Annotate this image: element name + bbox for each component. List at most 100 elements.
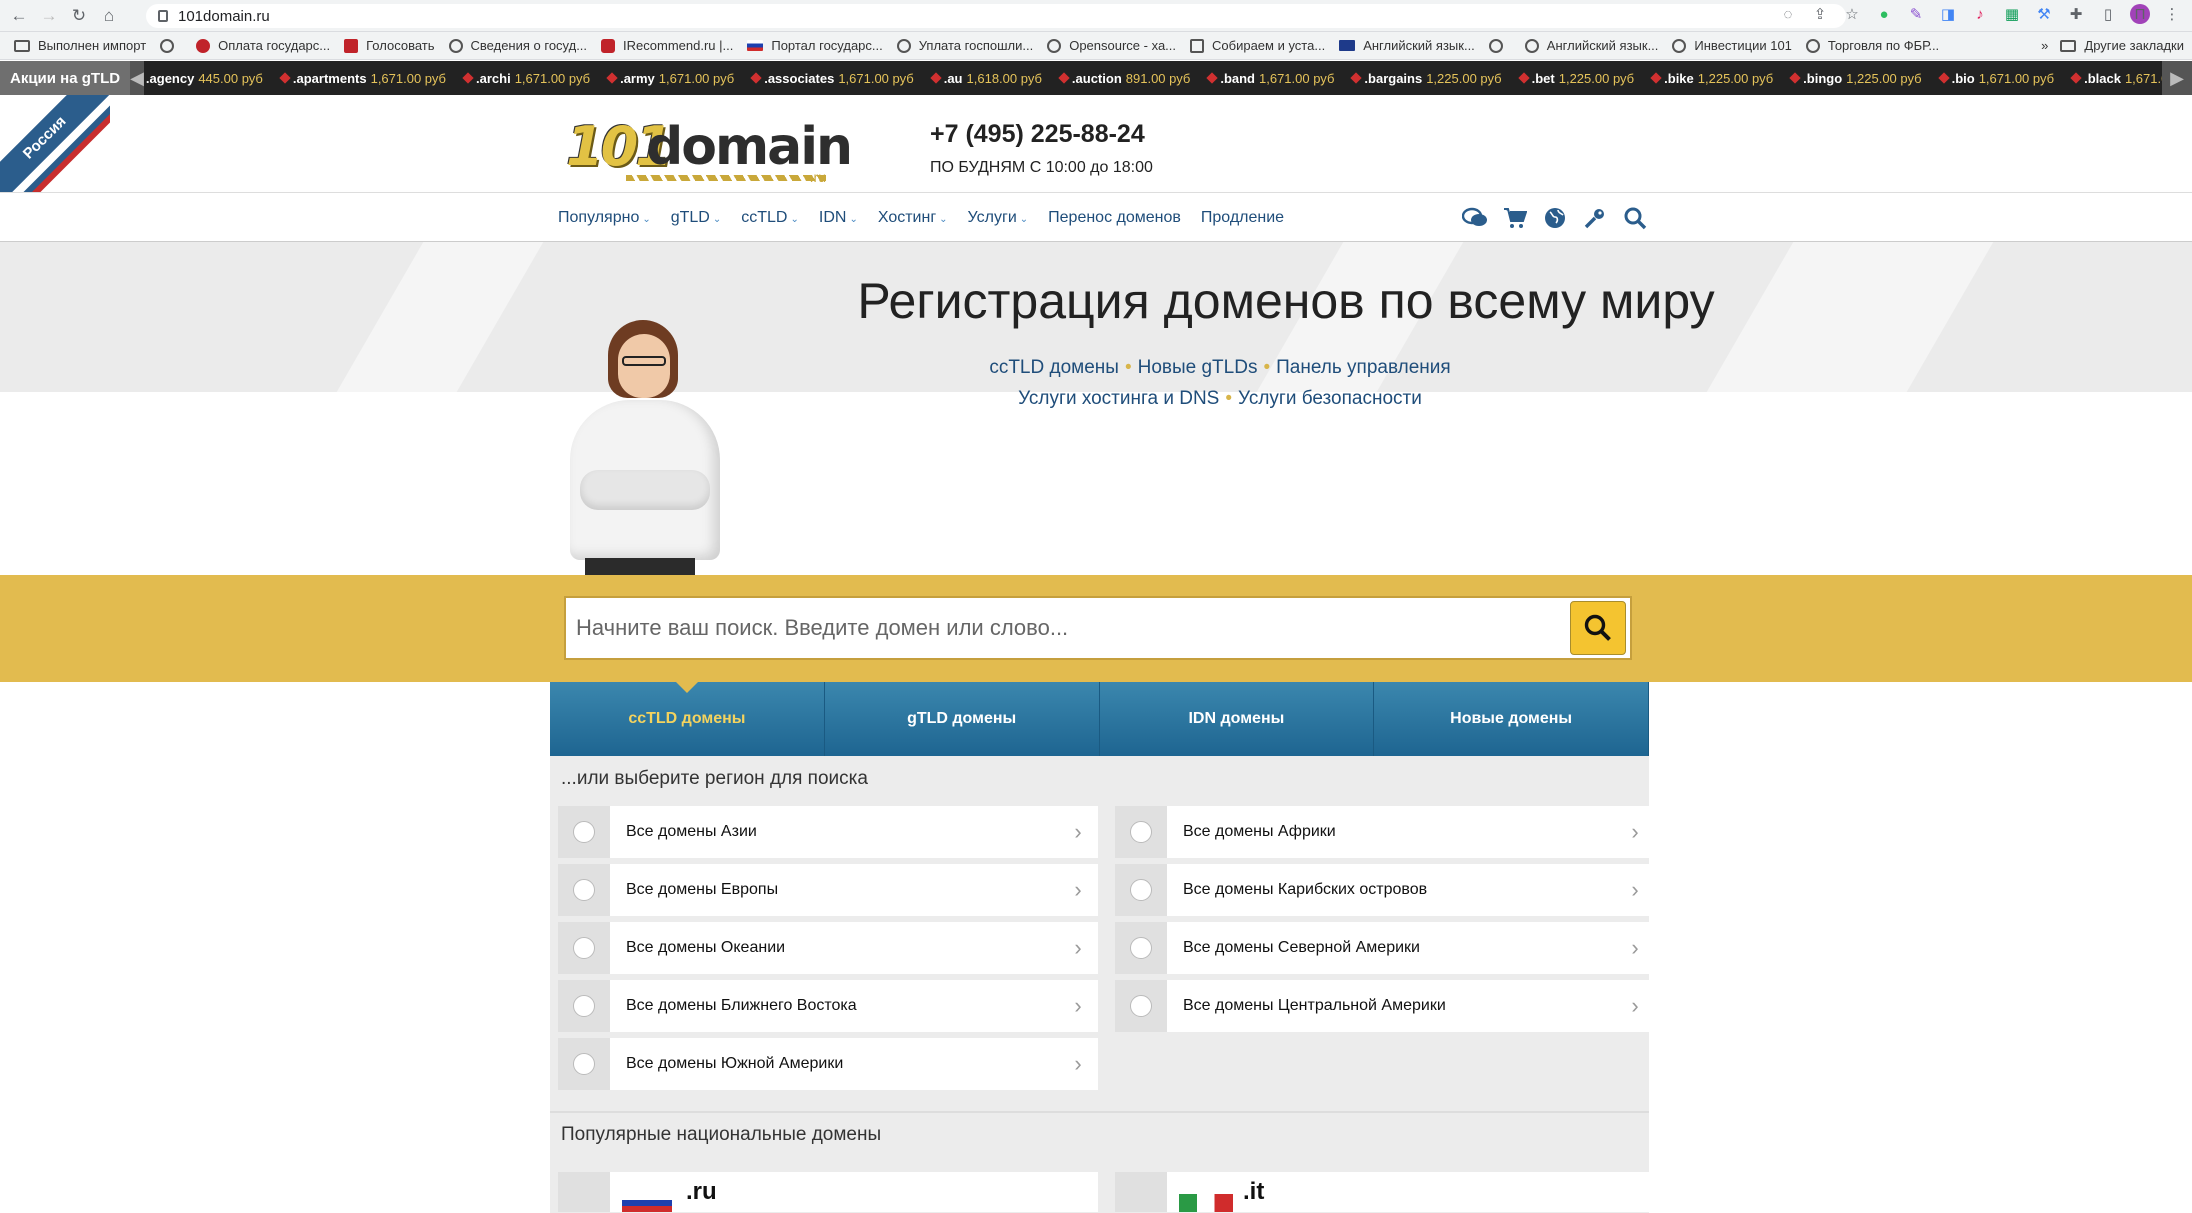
region-option[interactable]: Все домены Ближнего Востока › xyxy=(558,980,1098,1032)
region-option[interactable]: Все домены Карибских островов › xyxy=(1115,864,1655,916)
more-bookmarks-button[interactable]: » xyxy=(2041,38,2048,53)
ticker-next-icon[interactable]: ▶ xyxy=(2162,61,2192,95)
ticker-domain: .bargains xyxy=(1364,70,1423,86)
radio-button[interactable] xyxy=(1130,995,1152,1017)
phone-number[interactable]: +7 (495) 225-88-24 xyxy=(930,120,1145,149)
site-logo[interactable]: 101 domain .ru xyxy=(566,115,853,185)
link-security[interactable]: Услуги безопасности xyxy=(1238,388,1422,409)
tab-item[interactable]: IDN домены xyxy=(1099,682,1375,756)
profile-avatar[interactable]: П xyxy=(2130,4,2150,24)
nav-item[interactable]: Хостинг ⌄ xyxy=(878,209,948,227)
ticker-item[interactable]: .army 1,671.00 руб xyxy=(606,71,734,86)
region-option[interactable]: Все домены Океании › xyxy=(558,922,1098,974)
search-button[interactable] xyxy=(1570,601,1626,655)
nav-item[interactable]: Услуги ⌄ xyxy=(968,209,1029,227)
link-new-gtlds[interactable]: Новые gTLDs xyxy=(1138,357,1258,378)
radio-button[interactable] xyxy=(1130,937,1152,959)
bookmark-item[interactable] xyxy=(160,38,182,53)
popular-domain-it[interactable]: .it xyxy=(1115,1172,1655,1212)
home-icon[interactable]: ⌂ xyxy=(98,5,120,27)
ticker-item[interactable]: .agency 445.00 руб xyxy=(146,71,263,86)
ticker-item[interactable]: .apartments 1,671.00 руб xyxy=(279,71,446,86)
music-icon[interactable]: ♪ xyxy=(1970,4,1990,24)
region-option[interactable]: Все домены Центральной Америки › xyxy=(1115,980,1655,1032)
tool-icon[interactable]: ⚒ xyxy=(2034,4,2054,24)
translate-icon[interactable]: ◨ xyxy=(1938,4,1958,24)
globe-icon[interactable] xyxy=(1542,205,1568,231)
nav-item[interactable]: ccTLD ⌄ xyxy=(741,209,799,227)
ticker-item[interactable]: .associates 1,671.00 руб xyxy=(750,71,914,86)
bookmark-item[interactable]: Портал государс... xyxy=(747,38,883,53)
ticker-item[interactable]: .bargains 1,225.00 руб xyxy=(1350,70,1502,86)
search-icon[interactable] xyxy=(1622,205,1648,231)
ticker-item[interactable]: .bet 1,225.00 руб xyxy=(1517,71,1634,86)
bookmark-item[interactable]: Сведения о госуд... xyxy=(448,38,587,53)
radio-button[interactable] xyxy=(1130,821,1152,843)
bookmark-item[interactable]: Opensource - ха... xyxy=(1047,38,1176,53)
ticker-item[interactable]: .bingo 1,225.00 руб xyxy=(1789,71,1922,86)
star-icon[interactable]: ☆ xyxy=(1842,4,1862,24)
key-icon[interactable] xyxy=(1582,205,1608,231)
chat-icon[interactable] xyxy=(1462,205,1488,231)
bookmark-item[interactable]: Английский язык... xyxy=(1524,38,1658,53)
search-icon xyxy=(1584,614,1611,641)
ticker-item[interactable]: .au 1,618.00 руб xyxy=(930,71,1042,86)
radio-button[interactable] xyxy=(573,879,595,901)
address-bar[interactable]: 101domain.ru xyxy=(146,4,1846,28)
sidebar-icon[interactable]: ▯ xyxy=(2098,4,2118,24)
radio-button[interactable] xyxy=(573,937,595,959)
ticker-price: 445.00 руб xyxy=(198,70,263,86)
menu-icon[interactable]: ⋮ xyxy=(2162,4,2182,24)
bookmark-item[interactable]: Торговля по ФБР... xyxy=(1805,38,1939,53)
link-cctld[interactable]: ccTLD домены xyxy=(989,357,1119,378)
cart-icon[interactable] xyxy=(1502,205,1528,231)
reload-icon[interactable]: ↻ xyxy=(68,5,90,27)
radio-button[interactable] xyxy=(1130,879,1152,901)
ticker-item[interactable]: .band 1,671.00 руб xyxy=(1206,71,1334,86)
pen-icon[interactable]: ✎ xyxy=(1906,4,1926,24)
nav-item[interactable]: Продление xyxy=(1201,209,1284,227)
forward-icon[interactable]: → xyxy=(38,5,60,27)
region-option[interactable]: Все домены Европы › xyxy=(558,864,1098,916)
radio-button[interactable] xyxy=(573,995,595,1017)
country-ribbon[interactable]: Россия xyxy=(0,95,110,205)
tab-item[interactable]: ccTLD домены xyxy=(550,681,825,756)
ticker-domain: .archi xyxy=(476,70,511,86)
radio-button[interactable] xyxy=(573,1053,595,1075)
ticker-item[interactable]: .archi 1,671.00 руб xyxy=(462,70,590,86)
bookmark-item[interactable]: Оплата государс... xyxy=(196,38,330,53)
nav-item[interactable]: IDN ⌄ xyxy=(819,209,858,227)
bookmark-item[interactable]: Уплата госпошли... xyxy=(896,38,1033,53)
bookmark-item[interactable]: Инвестиции 101 xyxy=(1672,38,1792,53)
nav-item[interactable]: Перенос доменов xyxy=(1048,209,1181,227)
share-icon[interactable]: ⇪ xyxy=(1810,4,1830,24)
link-hosting-dns[interactable]: Услуги хостинга и DNS xyxy=(1018,388,1219,409)
puzzle-icon[interactable]: ✚ xyxy=(2066,4,2086,24)
link-control-panel[interactable]: Панель управления xyxy=(1276,357,1451,378)
domain-search-input[interactable] xyxy=(566,600,1570,656)
region-option[interactable]: Все домены Африки › xyxy=(1115,806,1655,858)
bookmark-item[interactable]: Собираем и уста... xyxy=(1190,38,1325,53)
sheets-icon[interactable]: ▦ xyxy=(2002,4,2022,24)
bookmark-item[interactable] xyxy=(1488,38,1511,53)
ticker-item[interactable]: .bio 1,671.00 руб xyxy=(1937,71,2054,86)
nav-item[interactable]: gTLD ⌄ xyxy=(671,209,722,227)
ticker-item[interactable]: .auction 891.00 руб xyxy=(1058,71,1190,86)
other-bookmarks[interactable]: Другие закладки xyxy=(2060,38,2184,53)
tab-item[interactable]: Новые домены xyxy=(1374,682,1649,756)
tab-item[interactable]: gTLD домены xyxy=(824,682,1100,756)
popular-domain-ru[interactable]: .ru xyxy=(558,1172,1098,1212)
nav-item[interactable]: Популярно ⌄ xyxy=(558,209,651,227)
bookmark-item[interactable]: Выполнен импорт xyxy=(14,38,146,53)
back-icon[interactable]: ← xyxy=(8,5,30,27)
ticker-item[interactable]: .bike 1,225.00 руб xyxy=(1650,71,1773,86)
bookmark-item[interactable]: Голосовать xyxy=(344,38,435,53)
region-option[interactable]: Все домены Южной Америки › xyxy=(558,1038,1098,1090)
region-option[interactable]: Все домены Азии › xyxy=(558,806,1098,858)
eye-off-icon[interactable]: ◌ xyxy=(1778,4,1798,24)
evernote-icon[interactable]: ● xyxy=(1874,4,1894,24)
bookmark-item[interactable]: Английский язык... xyxy=(1339,38,1475,53)
region-option[interactable]: Все домены Северной Америки › xyxy=(1115,922,1655,974)
bookmark-item[interactable]: IRecommend.ru |... xyxy=(601,38,733,53)
radio-button[interactable] xyxy=(573,821,595,843)
